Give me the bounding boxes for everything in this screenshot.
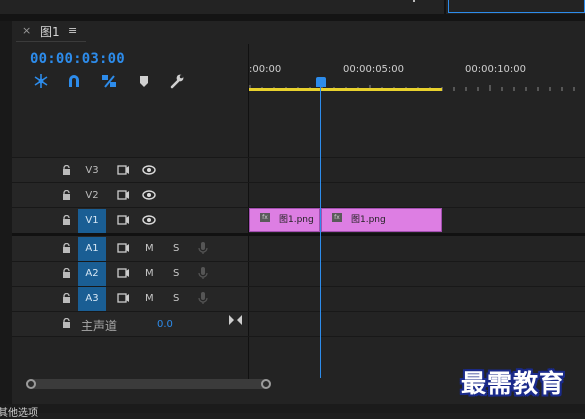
bottom-bar xyxy=(0,404,585,413)
track-header-a3 xyxy=(12,287,248,311)
sequence-tab-title[interactable]: 图1 xyxy=(40,23,60,40)
tab-underline xyxy=(16,41,86,42)
scrollbar-right-handle[interactable] xyxy=(261,379,271,389)
tab-menu-icon[interactable]: ≡ xyxy=(68,24,77,37)
solo-button[interactable]: S xyxy=(173,268,179,279)
track-name-v1[interactable]: V1 xyxy=(78,209,106,233)
go-to-end-icon[interactable] xyxy=(229,315,242,325)
solo-button[interactable]: S xyxy=(173,243,179,254)
lock-icon[interactable] xyxy=(62,215,71,225)
wrench-icon[interactable] xyxy=(169,73,185,89)
microphone-icon[interactable] xyxy=(198,241,208,255)
program-monitor-frame xyxy=(448,0,585,13)
scrollbar-left-handle[interactable] xyxy=(26,379,36,389)
sync-lock-icon[interactable] xyxy=(117,215,130,225)
ruler-label: 00:00:10:00 xyxy=(465,64,527,75)
fx-badge-icon: fx xyxy=(260,213,270,222)
master-track-name: 主声道 xyxy=(81,319,118,333)
track-header-v3 xyxy=(12,158,248,182)
microphone-icon[interactable] xyxy=(198,266,208,280)
track-header-master xyxy=(12,312,248,336)
track-separator xyxy=(12,311,585,312)
lock-icon[interactable] xyxy=(62,243,71,253)
playhead-line[interactable] xyxy=(320,87,321,378)
lock-icon[interactable] xyxy=(62,165,71,175)
video-audio-divider xyxy=(12,233,585,236)
clip-label: 图1.png xyxy=(279,215,314,225)
panel-gap xyxy=(0,14,585,21)
track-header-a1 xyxy=(12,236,248,261)
ruler-label: :00:00 xyxy=(249,64,282,75)
track-name-a1[interactable]: A1 xyxy=(78,237,106,261)
fx-badge-icon: fx xyxy=(332,213,342,222)
linked-selection-icon[interactable] xyxy=(101,73,117,89)
lock-icon[interactable] xyxy=(62,190,71,200)
sync-lock-icon[interactable] xyxy=(117,190,130,200)
left-panel-edge xyxy=(0,21,12,413)
playhead-timecode[interactable]: 00:00:03:00 xyxy=(30,51,125,67)
sync-lock-icon[interactable] xyxy=(117,243,130,253)
panel-separator xyxy=(444,0,446,14)
video-clip[interactable]: fx 图1.png xyxy=(321,208,442,232)
mute-button[interactable]: M xyxy=(145,243,154,254)
lock-icon[interactable] xyxy=(62,268,71,278)
sync-lock-icon[interactable] xyxy=(117,293,130,303)
sync-lock-icon[interactable] xyxy=(117,165,130,175)
ruler-label: 00:00:05:00 xyxy=(343,64,405,75)
master-volume-value[interactable]: 0.0 xyxy=(157,319,173,330)
track-separator xyxy=(12,182,585,183)
horizontal-scrollbar[interactable] xyxy=(28,379,270,389)
microphone-icon[interactable] xyxy=(198,291,208,305)
solo-button[interactable]: S xyxy=(173,293,179,304)
eye-icon[interactable] xyxy=(142,190,156,200)
track-header-v1 xyxy=(12,208,248,233)
track-header-v2 xyxy=(12,183,248,207)
lock-icon[interactable] xyxy=(62,318,71,328)
mute-button[interactable]: M xyxy=(145,293,154,304)
marker-icon[interactable] xyxy=(136,73,152,89)
panel-resize-tick xyxy=(413,0,415,2)
lock-icon[interactable] xyxy=(62,293,71,303)
sync-lock-icon[interactable] xyxy=(117,268,130,278)
track-name-v3[interactable]: V3 xyxy=(78,165,106,176)
snap-insert-icon[interactable] xyxy=(33,73,49,89)
track-name-a2[interactable]: A2 xyxy=(78,262,106,286)
track-name-v2[interactable]: V2 xyxy=(78,190,106,201)
video-clip[interactable]: fx 图1.png xyxy=(249,208,320,232)
top-panel-strip xyxy=(0,0,585,14)
tab-close-icon[interactable]: × xyxy=(22,24,31,37)
footer-text[interactable]: 其他选项 xyxy=(0,404,38,419)
track-name-a3[interactable]: A3 xyxy=(78,287,106,311)
eye-icon[interactable] xyxy=(142,215,156,225)
work-area-bar[interactable] xyxy=(249,88,442,91)
mute-button[interactable]: M xyxy=(145,268,154,279)
eye-icon[interactable] xyxy=(142,165,156,175)
track-header-a2 xyxy=(12,262,248,286)
track-separator xyxy=(12,336,585,337)
magnet-icon[interactable] xyxy=(66,73,82,89)
track-separator xyxy=(12,157,585,158)
clip-label: 图1.png xyxy=(351,215,386,225)
playhead-handle[interactable] xyxy=(316,77,326,87)
watermark-logo: 最需教育 xyxy=(461,369,566,398)
